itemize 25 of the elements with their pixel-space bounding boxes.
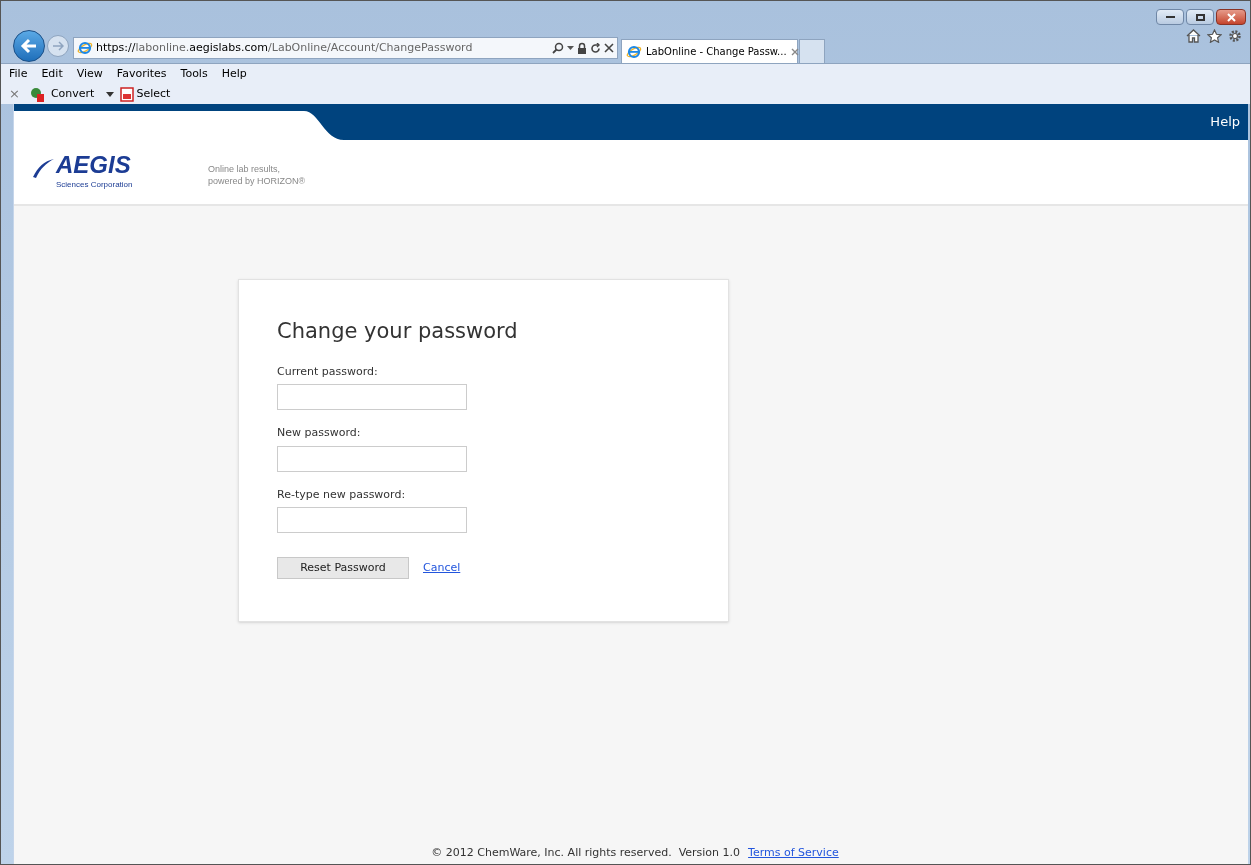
tagline-text: Online lab results, — [208, 163, 282, 175]
help-link[interactable]: Help — [1210, 112, 1240, 132]
terms-link[interactable]: Terms of Service — [748, 844, 839, 862]
copyright-text: © 2012 ChemWare, Inc. All rights reserved. Version 1.0 — [431, 844, 741, 861]
form-title: Change your password — [277, 318, 519, 345]
select-button[interactable]: Select — [136, 85, 171, 103]
menu-item[interactable]: Tools — [180, 65, 208, 83]
browser-tab[interactable]: LabOnline - Change Passw... — [621, 39, 798, 63]
cancel-link[interactable]: Cancel — [423, 559, 461, 577]
company-subtitle: Sciences Corporation — [56, 179, 133, 191]
menu-item[interactable]: Favorites — [116, 65, 167, 83]
field-label: Current password: — [277, 363, 379, 380]
url-text: https://labonline.aegislabs.com/LabOnline/Account/ChangePassword — [96, 39, 473, 56]
address-bar[interactable]: https://labonline.aegislabs.com/LabOnline/Account/ChangePassword — [73, 37, 618, 59]
close-toolbar-button[interactable]: × — [9, 84, 20, 104]
menu-item[interactable]: View — [76, 65, 103, 83]
field-label: Re-type new password: — [277, 486, 407, 503]
tagline-text: powered by HORIZON® — [208, 175, 306, 187]
convert-button[interactable]: Convert — [50, 85, 95, 103]
menu-item[interactable]: Help — [221, 65, 247, 83]
company-logo: AEGIS — [56, 153, 132, 177]
menu-item[interactable]: File — [9, 65, 28, 83]
field-label: New password: — [277, 425, 362, 441]
menu-item[interactable]: Edit — [41, 65, 63, 83]
reset-password-button[interactable]: Reset Password — [277, 557, 409, 579]
